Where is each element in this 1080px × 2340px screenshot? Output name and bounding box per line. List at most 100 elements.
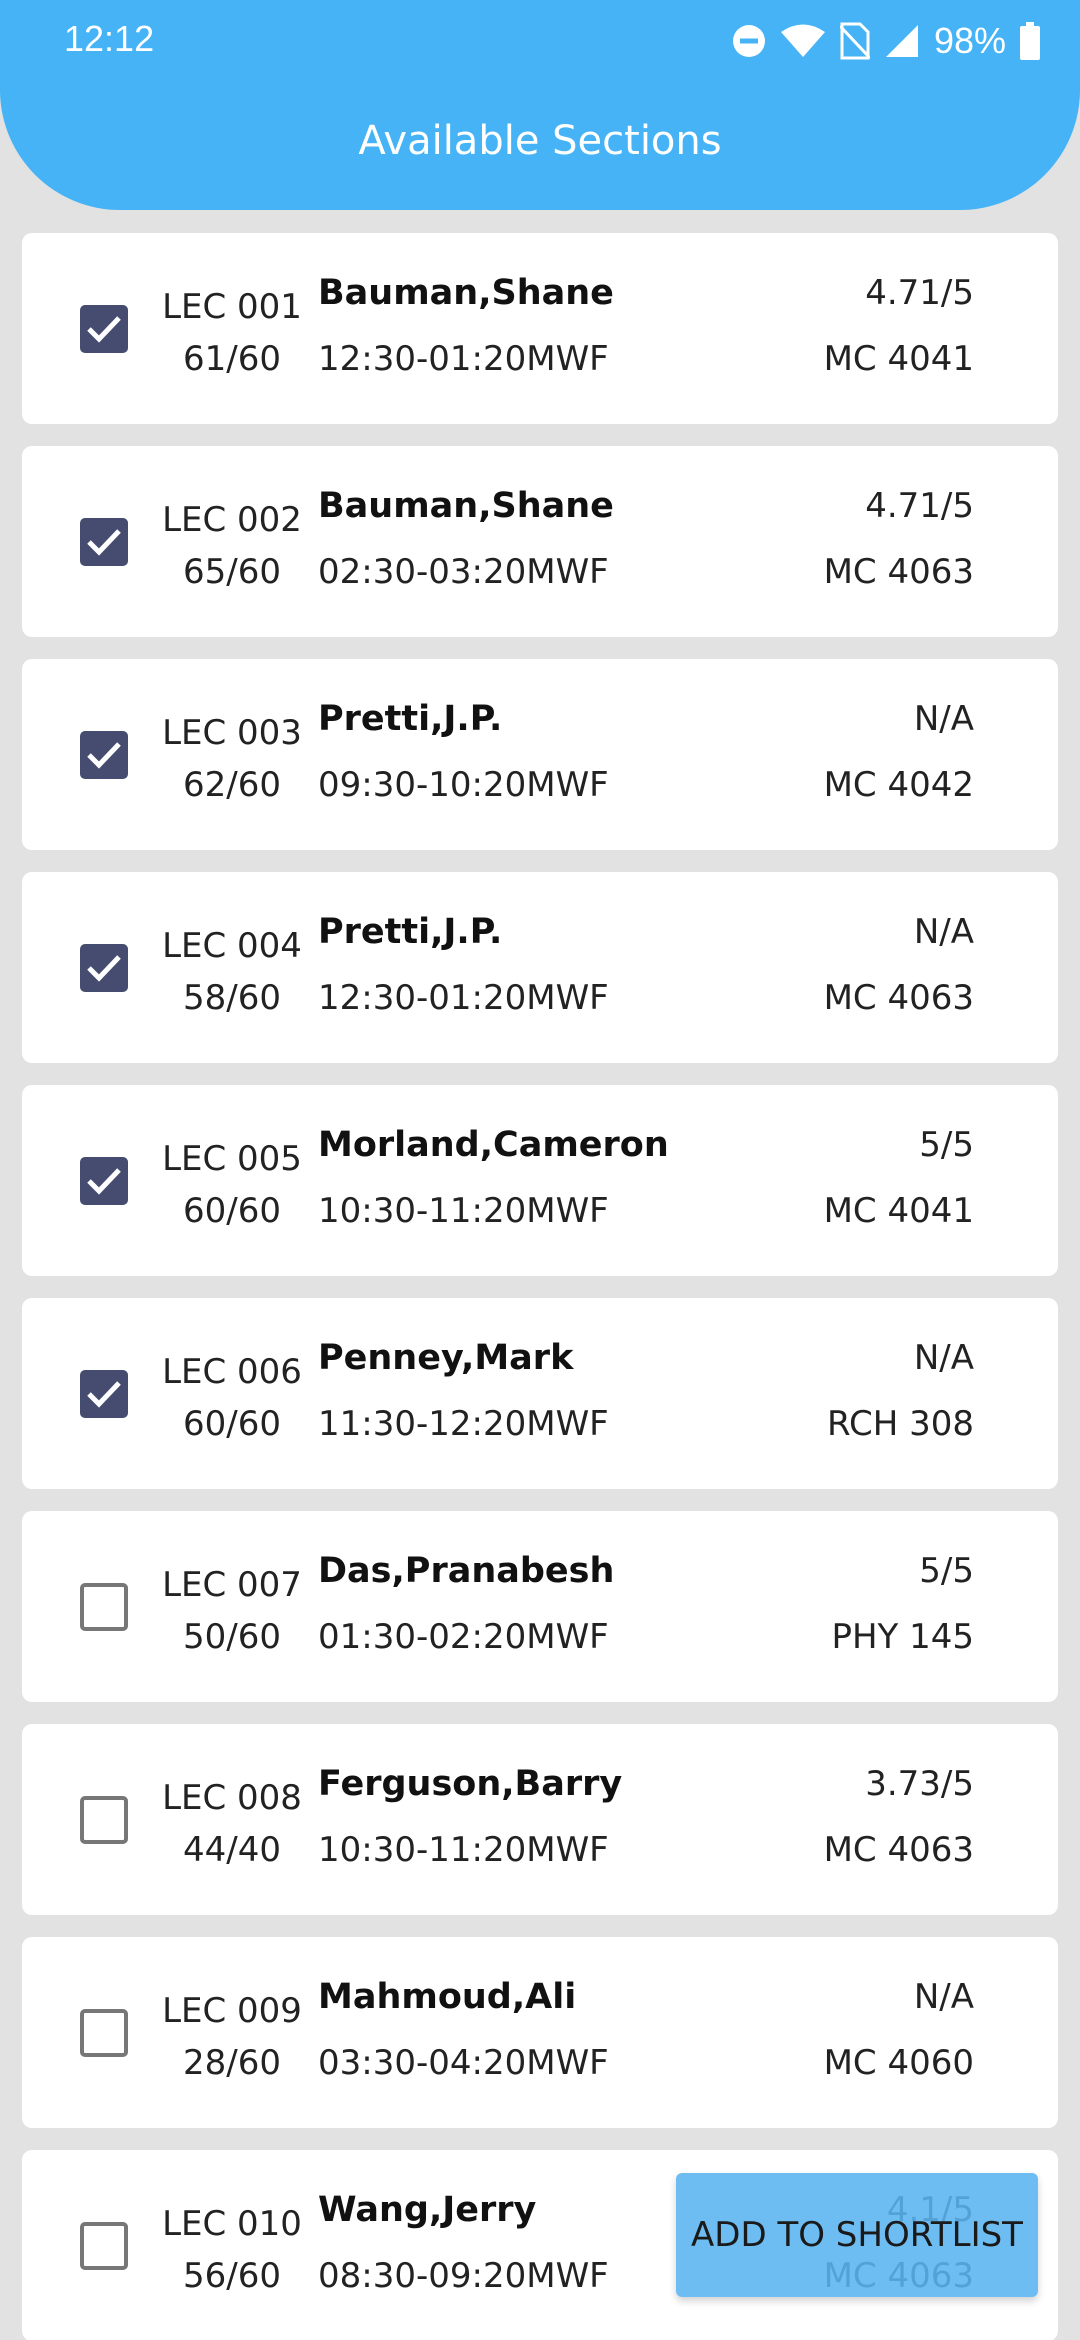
section-room: MC 4041	[823, 1191, 974, 1231]
instructor-rating: 4.71/5	[865, 273, 974, 313]
section-id-block: LEC 007 50/60	[162, 1559, 302, 1663]
add-to-shortlist-button[interactable]: ADD TO SHORTLIST	[676, 2173, 1038, 2297]
section-room: MC 4063	[823, 1830, 974, 1870]
status-time: 12:12	[64, 18, 155, 59]
status-icons: 98%	[732, 16, 1040, 66]
section-code: LEC 001	[162, 287, 302, 327]
section-code: LEC 010	[162, 2204, 302, 2244]
section-code: LEC 004	[162, 926, 302, 966]
instructor-name: Bauman,Shane	[318, 486, 614, 526]
instructor-rating: N/A	[913, 1977, 974, 2017]
section-room: MC 4041	[823, 339, 974, 379]
checkmark-icon	[87, 955, 121, 982]
instructor-name: Penney,Mark	[318, 1338, 574, 1378]
section-id-block: LEC 002 65/60	[162, 494, 302, 598]
section-id-block: LEC 001 61/60	[162, 281, 302, 385]
section-id-block: LEC 004 58/60	[162, 920, 302, 1024]
section-room: MC 4063	[823, 978, 974, 1018]
sections-list: LEC 001 61/60 Bauman,Shane 12:30-01:20MWF 4.…	[22, 233, 1058, 2340]
instructor-name: Pretti,J.P.	[318, 699, 503, 739]
wifi-icon	[780, 23, 826, 59]
section-card[interactable]: LEC 004 58/60 Pretti,J.P. 12:30-01:20MWF N/A…	[22, 872, 1058, 1063]
section-enrollment: 58/60	[183, 978, 281, 1018]
section-code: LEC 002	[162, 500, 302, 540]
section-enrollment: 56/60	[183, 2256, 281, 2296]
section-card[interactable]: LEC 005 60/60 Morland,Cameron 10:30-11:20MW…	[22, 1085, 1058, 1276]
section-checkbox[interactable]	[80, 1583, 128, 1631]
section-time: 11:30-12:20MWF	[318, 1404, 609, 1444]
checkmark-icon	[87, 529, 121, 556]
section-id-block: LEC 010 56/60	[162, 2198, 302, 2302]
page-title: Available Sections	[358, 118, 722, 164]
section-card[interactable]: LEC 002 65/60 Bauman,Shane 02:30-03:20MWF 4.…	[22, 446, 1058, 637]
no-sim-icon	[839, 22, 870, 60]
instructor-rating: N/A	[913, 699, 974, 739]
section-checkbox[interactable]	[80, 944, 128, 992]
section-checkbox[interactable]	[80, 2222, 128, 2270]
section-room: PHY 145	[831, 1617, 974, 1657]
section-checkbox[interactable]	[80, 1157, 128, 1205]
section-checkbox[interactable]	[80, 1796, 128, 1844]
section-time: 10:30-11:20MWF	[318, 1191, 609, 1231]
checkmark-icon	[87, 742, 121, 769]
section-card[interactable]: LEC 008 44/40 Ferguson,Barry 10:30-11:20MWF…	[22, 1724, 1058, 1915]
battery-icon	[1020, 22, 1040, 60]
section-checkbox[interactable]	[80, 518, 128, 566]
section-code: LEC 009	[162, 1991, 302, 2031]
section-enrollment: 28/60	[183, 2043, 281, 2083]
section-code: LEC 006	[162, 1352, 302, 1392]
section-card[interactable]: LEC 007 50/60 Das,Pranabesh 01:30-02:20MWF 5…	[22, 1511, 1058, 1702]
do-not-disturb-icon	[732, 24, 766, 58]
section-card[interactable]: LEC 009 28/60 Mahmoud,Ali 03:30-04:20MWF N/A…	[22, 1937, 1058, 2128]
section-checkbox[interactable]	[80, 1370, 128, 1418]
section-enrollment: 61/60	[183, 339, 281, 379]
section-id-block: LEC 005 60/60	[162, 1133, 302, 1237]
checkmark-icon	[87, 1381, 121, 1408]
section-code: LEC 003	[162, 713, 302, 753]
section-time: 12:30-01:20MWF	[318, 339, 609, 379]
instructor-rating: 5/5	[919, 1551, 974, 1591]
instructor-name: Ferguson,Barry	[318, 1764, 623, 1804]
section-room: MC 4060	[823, 2043, 974, 2083]
checkmark-icon	[87, 1168, 121, 1195]
section-time: 01:30-02:20MWF	[318, 1617, 609, 1657]
section-code: LEC 005	[162, 1139, 302, 1179]
section-card[interactable]: LEC 003 62/60 Pretti,J.P. 09:30-10:20MWF N/A…	[22, 659, 1058, 850]
signal-icon	[884, 23, 920, 59]
instructor-rating: 4.71/5	[865, 486, 974, 526]
instructor-name: Pretti,J.P.	[318, 912, 503, 952]
section-time: 08:30-09:20MWF	[318, 2256, 609, 2296]
section-checkbox[interactable]	[80, 2009, 128, 2057]
section-code: LEC 008	[162, 1778, 302, 1818]
section-checkbox[interactable]	[80, 731, 128, 779]
instructor-name: Morland,Cameron	[318, 1125, 669, 1165]
section-enrollment: 62/60	[183, 765, 281, 805]
instructor-rating: N/A	[913, 1338, 974, 1378]
battery-percent: 98%	[933, 20, 1006, 61]
section-enrollment: 50/60	[183, 1617, 281, 1657]
instructor-name: Das,Pranabesh	[318, 1551, 615, 1591]
section-id-block: LEC 009 28/60	[162, 1985, 302, 2089]
checkmark-icon	[87, 316, 121, 343]
section-time: 10:30-11:20MWF	[318, 1830, 609, 1870]
section-room: RCH 308	[827, 1404, 974, 1444]
instructor-name: Bauman,Shane	[318, 273, 614, 313]
section-time: 12:30-01:20MWF	[318, 978, 609, 1018]
instructor-rating: 5/5	[919, 1125, 974, 1165]
app-header: 12:12 98% Available Sections	[0, 0, 1080, 210]
section-card[interactable]: LEC 006 60/60 Penney,Mark 11:30-12:20MWF N/A…	[22, 1298, 1058, 1489]
instructor-name: Mahmoud,Ali	[318, 1977, 577, 2017]
section-room: MC 4042	[823, 765, 974, 805]
section-enrollment: 44/40	[183, 1830, 281, 1870]
section-id-block: LEC 003 62/60	[162, 707, 302, 811]
section-code: LEC 007	[162, 1565, 302, 1605]
section-card[interactable]: LEC 001 61/60 Bauman,Shane 12:30-01:20MWF 4.…	[22, 233, 1058, 424]
section-time: 02:30-03:20MWF	[318, 552, 609, 592]
instructor-rating: 3.73/5	[865, 1764, 974, 1804]
section-enrollment: 65/60	[183, 552, 281, 592]
instructor-name: Wang,Jerry	[318, 2190, 537, 2230]
section-enrollment: 60/60	[183, 1191, 281, 1231]
section-checkbox[interactable]	[80, 305, 128, 353]
section-room: MC 4063	[823, 552, 974, 592]
section-id-block: LEC 008 44/40	[162, 1772, 302, 1876]
